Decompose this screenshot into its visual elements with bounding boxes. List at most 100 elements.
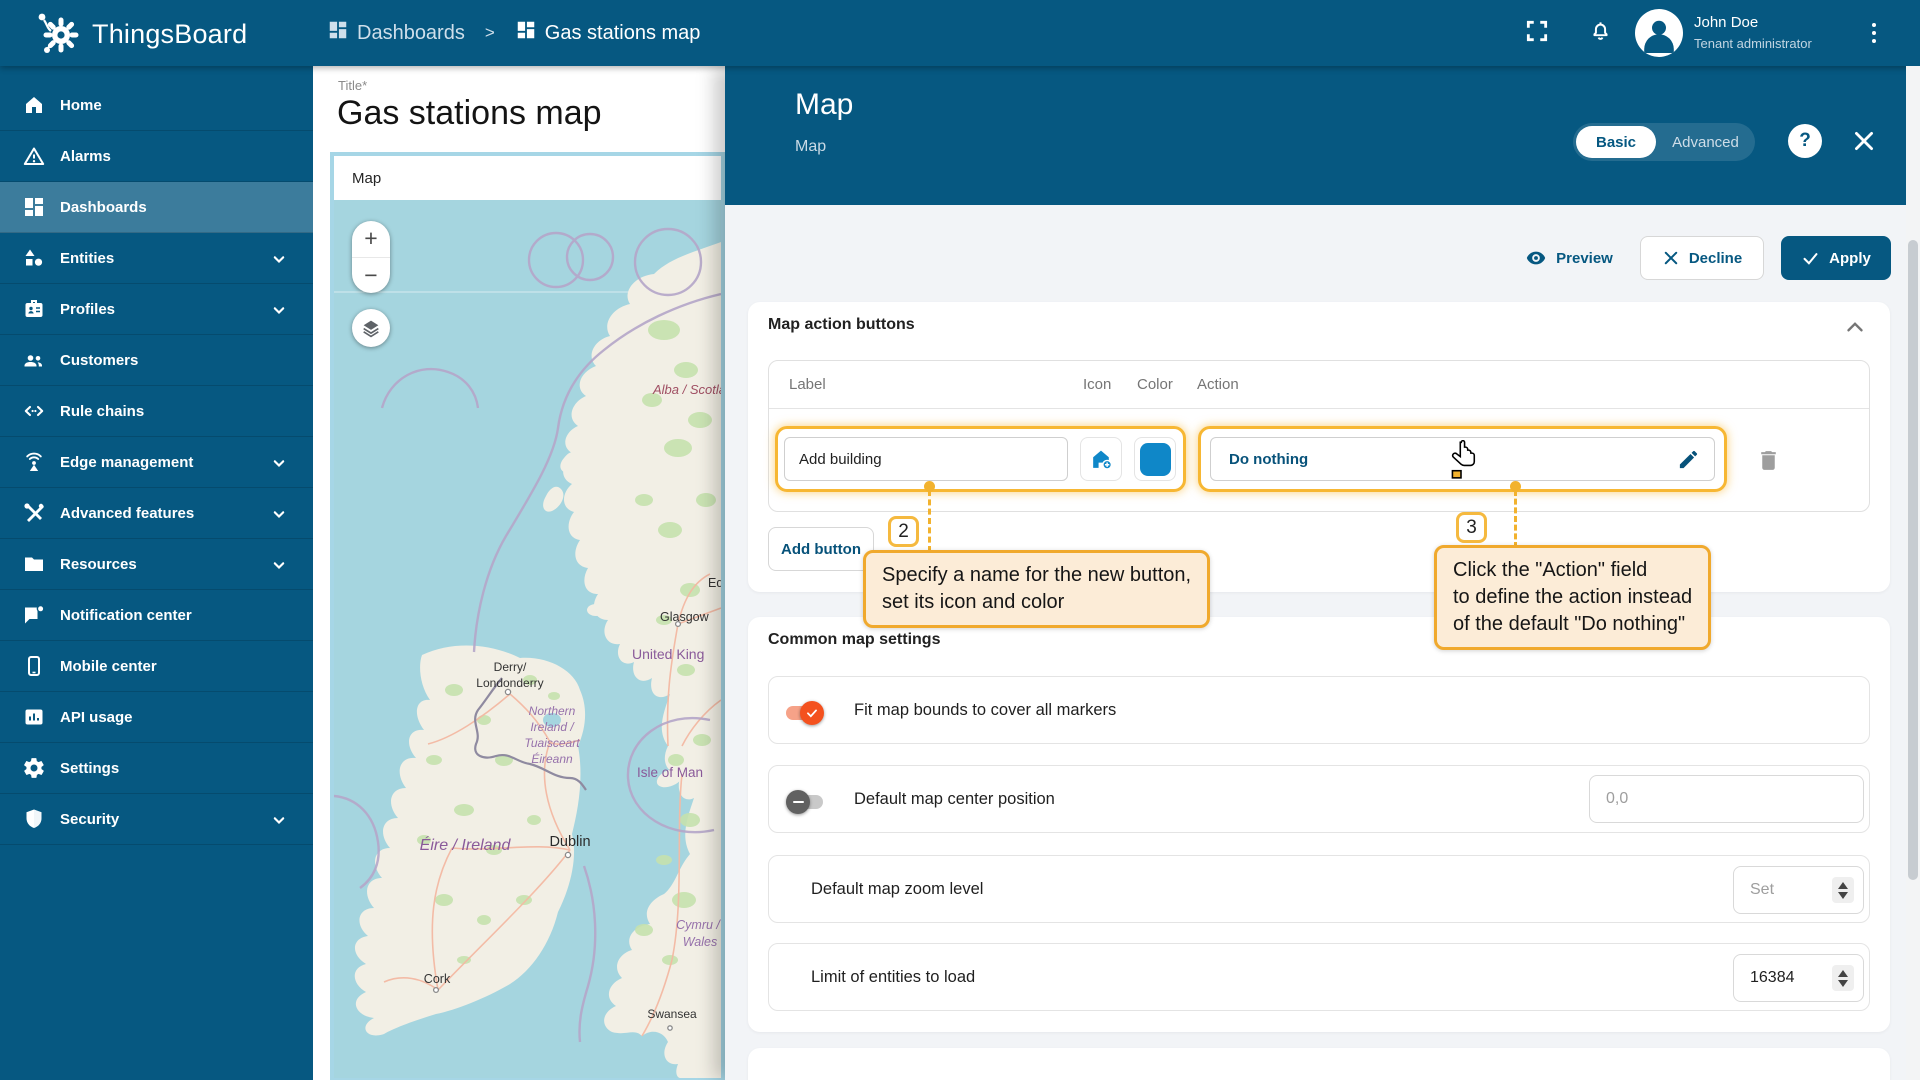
map-layers-button[interactable] bbox=[352, 309, 390, 347]
sidebar-item-advanced-features[interactable]: Advanced features bbox=[0, 488, 313, 539]
map-center-toggle[interactable] bbox=[786, 790, 832, 814]
fullscreen-button[interactable] bbox=[1521, 17, 1553, 49]
callout-2-number: 2 bbox=[888, 516, 919, 547]
close-settings-button[interactable] bbox=[1849, 126, 1879, 156]
sidebar-item-edge-management[interactable]: Edge management bbox=[0, 437, 313, 488]
breadcrumb-current[interactable]: Gas stations map bbox=[515, 19, 700, 47]
dashboards-grid-icon bbox=[327, 19, 349, 47]
svg-text:Northern: Northern bbox=[529, 704, 576, 718]
decline-button[interactable]: Decline bbox=[1640, 236, 1764, 280]
settings-mode-toggle: Basic Advanced bbox=[1573, 123, 1755, 161]
mode-advanced-button[interactable]: Advanced bbox=[1656, 134, 1755, 151]
svg-text:Londonderry: Londonderry bbox=[476, 676, 543, 690]
check-icon bbox=[807, 709, 817, 718]
sidebar-item-customers[interactable]: Customers bbox=[0, 335, 313, 386]
sidebar-item-api-usage[interactable]: API usage bbox=[0, 692, 313, 743]
svg-text:Isle of Man: Isle of Man bbox=[637, 765, 703, 780]
home-icon bbox=[26, 97, 42, 113]
warning-icon bbox=[23, 147, 45, 165]
sidebar-item-home[interactable]: Home bbox=[0, 80, 313, 131]
pencil-icon bbox=[1679, 450, 1698, 469]
panel-scrollbar[interactable] bbox=[1906, 66, 1920, 1080]
button-icon-picker[interactable] bbox=[1080, 437, 1122, 481]
callout-3-connector bbox=[1514, 490, 1517, 548]
button-label-input[interactable] bbox=[784, 437, 1068, 481]
chevron-up-icon bbox=[1847, 322, 1863, 332]
more-menu-button[interactable] bbox=[1858, 17, 1890, 49]
collapse-section-button[interactable] bbox=[1842, 314, 1868, 345]
dashboard-title-label: Title* bbox=[338, 78, 368, 93]
sidebar-item-entities[interactable]: Entities bbox=[0, 233, 313, 284]
zoom-level-stepper[interactable] bbox=[1832, 877, 1854, 903]
callout-3: Click the "Action" field to define the a… bbox=[1434, 545, 1712, 650]
svg-text:Swansea: Swansea bbox=[647, 1007, 697, 1021]
notifications-button[interactable] bbox=[1584, 17, 1616, 49]
gear-icon bbox=[24, 758, 44, 778]
zoom-in-button[interactable]: + bbox=[352, 221, 390, 258]
delete-action-button[interactable] bbox=[1748, 440, 1788, 480]
widget-settings-panel: Map Map Basic Advanced ? Preview Decline… bbox=[725, 66, 1920, 1080]
setting-row-zoom-level: Default map zoom level bbox=[768, 855, 1870, 923]
svg-text:Ed: Ed bbox=[708, 576, 721, 590]
sidebar-item-rule-chains[interactable]: Rule chains bbox=[0, 386, 313, 437]
sidebar-nav: Home Alarms Dashboards Entities Profiles… bbox=[0, 66, 313, 1080]
antenna-icon bbox=[26, 452, 42, 471]
shield-icon bbox=[26, 809, 42, 828]
minus-icon bbox=[792, 800, 804, 804]
preview-button[interactable]: Preview bbox=[1513, 236, 1625, 280]
add-button[interactable]: Add button bbox=[768, 527, 874, 571]
thingsboard-logo-icon bbox=[34, 8, 82, 61]
sidebar-item-settings[interactable]: Settings bbox=[0, 743, 313, 794]
sidebar-item-mobile-center[interactable]: Mobile center bbox=[0, 641, 313, 692]
color-swatch bbox=[1139, 442, 1171, 476]
settings-subtitle: Map bbox=[795, 138, 827, 155]
mode-basic-button[interactable]: Basic bbox=[1576, 126, 1656, 158]
edit-action-button[interactable] bbox=[1677, 448, 1700, 476]
phone-icon bbox=[28, 656, 40, 676]
button-color-picker[interactable] bbox=[1134, 437, 1176, 481]
svg-text:Cymru /: Cymru / bbox=[676, 918, 721, 932]
column-label: Label bbox=[789, 376, 826, 393]
sidebar-item-resources[interactable]: Resources bbox=[0, 539, 313, 590]
fullscreen-icon bbox=[1524, 18, 1550, 49]
svg-text:Glasgow: Glasgow bbox=[660, 610, 710, 624]
scrollbar-thumb[interactable] bbox=[1908, 240, 1918, 880]
dashboard-editor: Title* Gas stations map Map Alba / Scotl… bbox=[313, 66, 725, 1080]
column-color: Color bbox=[1137, 376, 1173, 393]
breadcrumb: Dashboards > Gas stations map bbox=[327, 0, 700, 66]
setting-row-fit-bounds: Fit map bounds to cover all markers bbox=[768, 676, 1870, 744]
zoom-out-button[interactable]: − bbox=[352, 258, 390, 294]
sidebar-item-notification-center[interactable]: Notification center bbox=[0, 590, 313, 641]
help-button[interactable]: ? bbox=[1788, 124, 1822, 158]
entity-limit-stepper[interactable] bbox=[1832, 965, 1854, 991]
apply-button[interactable]: Apply bbox=[1781, 236, 1891, 280]
fit-bounds-toggle[interactable] bbox=[786, 701, 832, 725]
spinner-up-icon bbox=[1838, 881, 1848, 889]
sidebar-item-security[interactable]: Security bbox=[0, 794, 313, 845]
svg-text:United King: United King bbox=[632, 646, 704, 662]
sidebar-item-dashboards[interactable]: Dashboards bbox=[0, 182, 313, 233]
dashboard-grid-icon bbox=[515, 19, 537, 47]
shapes-icon bbox=[25, 249, 43, 266]
openstreetmap-preview: Alba / Scotland Ed Glasgow United King D… bbox=[334, 200, 721, 1078]
sidebar-item-alarms[interactable]: Alarms bbox=[0, 131, 313, 182]
user-info: John Doe Tenant administrator bbox=[1694, 12, 1812, 54]
action-value: Do nothing bbox=[1229, 450, 1309, 468]
user-role: Tenant administrator bbox=[1694, 36, 1812, 51]
svg-text:Tuaisceart: Tuaisceart bbox=[524, 736, 580, 750]
map-canvas[interactable]: Alba / Scotland Ed Glasgow United King D… bbox=[334, 200, 721, 1078]
dashboards-icon bbox=[25, 198, 43, 216]
map-widget[interactable]: Map Alba / Scotl Ed Glasgow United King … bbox=[330, 152, 725, 1080]
close-icon bbox=[1664, 251, 1678, 265]
map-center-input[interactable] bbox=[1589, 775, 1864, 823]
chevron-down-icon bbox=[273, 256, 285, 264]
sidebar-item-profiles[interactable]: Profiles bbox=[0, 284, 313, 335]
eye-icon bbox=[1526, 251, 1546, 265]
chevron-down-icon bbox=[273, 460, 285, 468]
breadcrumb-dashboards[interactable]: Dashboards bbox=[327, 19, 465, 47]
thingsboard-logo[interactable]: ThingsBoard bbox=[34, 8, 247, 61]
user-avatar[interactable] bbox=[1635, 9, 1683, 57]
user-name: John Doe bbox=[1694, 14, 1759, 31]
dashboard-title-input[interactable]: Gas stations map bbox=[337, 94, 602, 133]
column-action: Action bbox=[1197, 376, 1239, 393]
